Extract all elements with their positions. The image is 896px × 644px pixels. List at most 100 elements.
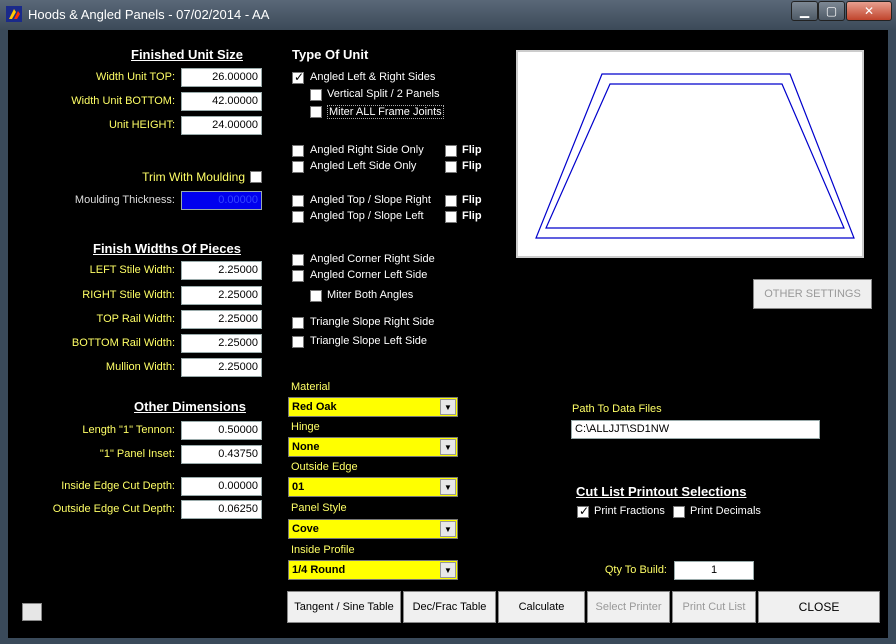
corner-right-checkbox[interactable] bbox=[292, 254, 304, 266]
hinge-select[interactable]: None ▼ bbox=[288, 437, 458, 457]
status-box[interactable] bbox=[22, 603, 42, 621]
corner-right-label: Angled Corner Right Side bbox=[310, 253, 435, 265]
width-bottom-label: Width Unit BOTTOM: bbox=[71, 95, 175, 107]
panel-style-label: Panel Style bbox=[291, 502, 347, 514]
flip-top-right-checkbox[interactable] bbox=[445, 195, 457, 207]
angled-top-left-checkbox[interactable] bbox=[292, 211, 304, 223]
width-top-field[interactable]: 26.00000 bbox=[181, 68, 262, 87]
close-window-button[interactable]: ✕ bbox=[846, 1, 892, 21]
miter-all-label: Miter ALL Frame Joints bbox=[327, 105, 444, 119]
print-decimals-checkbox[interactable] bbox=[673, 506, 685, 518]
unit-height-field[interactable]: 24.00000 bbox=[181, 116, 262, 135]
print-cut-list-button[interactable]: Print Cut List bbox=[672, 591, 756, 623]
panel-style-select[interactable]: Cove ▼ bbox=[288, 519, 458, 539]
panel-preview-drawing bbox=[535, 73, 855, 239]
angled-left-only-checkbox[interactable] bbox=[292, 161, 304, 173]
hinge-value: None bbox=[292, 441, 320, 453]
dec-frac-button[interactable]: Dec/Frac Table bbox=[403, 591, 496, 623]
top-rail-field[interactable]: 2.25000 bbox=[181, 310, 262, 329]
tri-left-checkbox[interactable] bbox=[292, 336, 304, 348]
outside-edge-value: 01 bbox=[292, 481, 305, 493]
flip-top-right-label: Flip bbox=[462, 194, 482, 206]
print-decimals-label: Print Decimals bbox=[690, 505, 761, 517]
chevron-down-icon[interactable]: ▼ bbox=[440, 439, 456, 455]
type-of-unit-header: Type Of Unit bbox=[292, 47, 369, 62]
angled-left-only-label: Angled Left Side Only bbox=[310, 160, 417, 172]
inside-profile-select[interactable]: 1/4 Round ▼ bbox=[288, 560, 458, 580]
trim-moulding-checkbox[interactable] bbox=[250, 171, 262, 183]
flip-top-left-checkbox[interactable] bbox=[445, 211, 457, 223]
tennon-field[interactable]: 0.50000 bbox=[181, 421, 262, 440]
outside-cut-field[interactable]: 0.06250 bbox=[181, 500, 262, 519]
print-fractions-label: Print Fractions bbox=[594, 505, 665, 517]
inside-cut-label: Inside Edge Cut Depth: bbox=[61, 480, 175, 492]
window-title: Hoods & Angled Panels - 07/02/2014 - AA bbox=[28, 7, 270, 22]
miter-both-label: Miter Both Angles bbox=[327, 289, 414, 301]
flip-left-only-checkbox[interactable] bbox=[445, 161, 457, 173]
finished-unit-size-header: Finished Unit Size bbox=[131, 47, 243, 62]
tri-right-checkbox[interactable] bbox=[292, 317, 304, 329]
angled-top-left-label: Angled Top / Slope Left bbox=[310, 210, 424, 222]
angled-top-right-checkbox[interactable] bbox=[292, 195, 304, 207]
inside-cut-field[interactable]: 0.00000 bbox=[181, 477, 262, 496]
outside-cut-label: Outside Edge Cut Depth: bbox=[52, 503, 175, 515]
title-bar[interactable]: Hoods & Angled Panels - 07/02/2014 - AA … bbox=[0, 0, 896, 30]
angled-lr-checkbox[interactable] bbox=[292, 70, 304, 84]
miter-all-checkbox[interactable] bbox=[310, 106, 322, 118]
corner-left-checkbox[interactable] bbox=[292, 270, 304, 282]
close-button[interactable]: CLOSE bbox=[758, 591, 880, 623]
vertical-split-label: Vertical Split / 2 Panels bbox=[327, 88, 440, 100]
angled-right-only-label: Angled Right Side Only bbox=[310, 144, 424, 156]
width-bottom-field[interactable]: 42.00000 bbox=[181, 92, 262, 111]
qty-label: Qty To Build: bbox=[604, 564, 667, 576]
material-value: Red Oak bbox=[292, 401, 337, 413]
tri-left-label: Triangle Slope Left Side bbox=[310, 335, 427, 347]
material-label: Material bbox=[291, 381, 331, 393]
other-dimensions-header: Other Dimensions bbox=[134, 399, 246, 414]
panel-preview bbox=[516, 50, 864, 258]
moulding-thickness-label: Moulding Thickness: bbox=[74, 194, 175, 206]
trim-moulding-label: Trim With Moulding bbox=[142, 170, 245, 184]
corner-left-label: Angled Corner Left Side bbox=[310, 269, 428, 281]
chevron-down-icon[interactable]: ▼ bbox=[440, 399, 456, 415]
panel-inset-field[interactable]: 0.43750 bbox=[181, 445, 262, 464]
cutlist-header: Cut List Printout Selections bbox=[576, 484, 747, 499]
mullion-field[interactable]: 2.25000 bbox=[181, 358, 262, 377]
print-fractions-checkbox[interactable] bbox=[577, 504, 589, 518]
right-stile-label: RIGHT Stile Width: bbox=[82, 289, 175, 301]
hinge-label: Hinge bbox=[291, 421, 320, 433]
panel-inset-label: "1" Panel Inset: bbox=[99, 448, 175, 460]
vertical-split-checkbox[interactable] bbox=[310, 89, 322, 101]
qty-field[interactable]: 1 bbox=[674, 561, 754, 580]
path-field[interactable]: C:\ALLJJT\SD1NW bbox=[571, 420, 820, 439]
flip-left-only-label: Flip bbox=[462, 160, 482, 172]
chevron-down-icon[interactable]: ▼ bbox=[440, 562, 456, 578]
tri-right-label: Triangle Slope Right Side bbox=[310, 316, 435, 328]
flip-right-only-checkbox[interactable] bbox=[445, 145, 457, 157]
bottom-rail-field[interactable]: 2.25000 bbox=[181, 334, 262, 353]
panel-style-value: Cove bbox=[292, 523, 319, 535]
outside-edge-select[interactable]: 01 ▼ bbox=[288, 477, 458, 497]
right-stile-field[interactable]: 2.25000 bbox=[181, 286, 262, 305]
maximize-button[interactable]: ▢ bbox=[818, 1, 845, 21]
chevron-down-icon[interactable]: ▼ bbox=[440, 479, 456, 495]
unit-height-label: Unit HEIGHT: bbox=[108, 119, 175, 131]
inside-profile-value: 1/4 Round bbox=[292, 564, 346, 576]
app-logo-icon bbox=[6, 6, 22, 22]
chevron-down-icon[interactable]: ▼ bbox=[440, 521, 456, 537]
moulding-thickness-field[interactable]: 0.00000 bbox=[181, 191, 262, 210]
material-select[interactable]: Red Oak ▼ bbox=[288, 397, 458, 417]
calculate-button[interactable]: Calculate bbox=[498, 591, 585, 623]
other-settings-button[interactable]: OTHER SETTINGS bbox=[753, 279, 872, 309]
left-stile-field[interactable]: 2.25000 bbox=[181, 261, 262, 280]
tennon-label: Length "1" Tennon: bbox=[82, 424, 175, 436]
angled-right-only-checkbox[interactable] bbox=[292, 145, 304, 157]
angled-lr-label: Angled Left & Right Sides bbox=[310, 71, 436, 83]
finish-widths-header: Finish Widths Of Pieces bbox=[93, 241, 241, 256]
select-printer-button[interactable]: Select Printer bbox=[587, 591, 670, 623]
width-top-label: Width Unit TOP: bbox=[95, 71, 175, 83]
minimize-button[interactable]: ▁ bbox=[791, 1, 818, 21]
miter-both-checkbox[interactable] bbox=[310, 290, 322, 302]
tangent-sine-button[interactable]: Tangent / Sine Table bbox=[287, 591, 401, 623]
bottom-rail-label: BOTTOM Rail Width: bbox=[71, 337, 175, 349]
